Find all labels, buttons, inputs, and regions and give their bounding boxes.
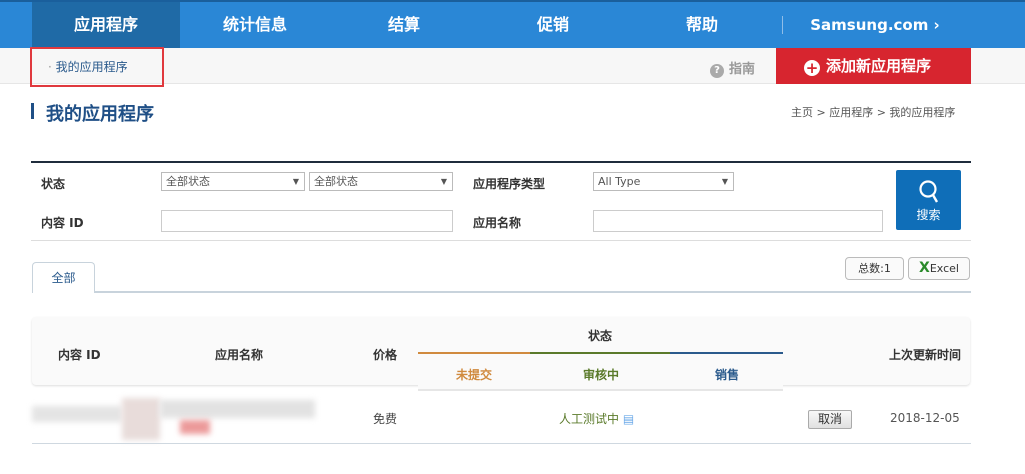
sub-nav-my-apps[interactable]: · 我的应用程序 xyxy=(48,58,128,75)
status-select-1[interactable]: 全部状态 ▼ xyxy=(161,172,305,191)
help-icon: ? xyxy=(710,64,724,78)
nav-apps[interactable]: 应用程序 xyxy=(32,2,180,48)
row-status: 人工测试中 ▤ xyxy=(559,410,634,427)
header-content-id: 内容 ID xyxy=(58,348,101,362)
header-app-name: 应用名称 xyxy=(215,348,264,362)
tab-all[interactable]: 全部 xyxy=(32,262,95,293)
search-button[interactable]: 搜索 xyxy=(896,170,961,230)
guide-link[interactable]: ? 指南 xyxy=(710,58,755,78)
nav-samsung-link[interactable]: Samsung.com › xyxy=(790,2,960,48)
excel-label: Excel xyxy=(929,262,959,275)
app-name-input[interactable] xyxy=(593,210,883,232)
status-label: 状态 xyxy=(41,177,66,191)
redacted-content-id xyxy=(32,406,122,422)
select-value: 全部状态 xyxy=(166,175,210,188)
status-text: 人工测试中 xyxy=(559,412,620,426)
selling-bar xyxy=(670,352,783,354)
header-selling: 销售 xyxy=(715,368,740,382)
dropdown-arrow-icon: ▼ xyxy=(292,177,299,186)
row-price: 免费 xyxy=(373,412,398,426)
add-label: 添加新应用程序 xyxy=(826,57,932,75)
header-reviewing: 审核中 xyxy=(583,368,620,382)
add-new-app-button[interactable]: + 添加新应用程序 xyxy=(776,48,971,84)
cancel-button[interactable]: 取消 xyxy=(808,410,852,429)
redacted-app-icon xyxy=(122,398,160,440)
app-name-label: 应用名称 xyxy=(473,216,522,230)
select-value: 全部状态 xyxy=(314,175,358,188)
status-select-2[interactable]: 全部状态 ▼ xyxy=(309,172,453,191)
excel-icon: X xyxy=(919,260,930,276)
dropdown-arrow-icon: ▼ xyxy=(440,177,447,186)
header-not-submitted: 未提交 xyxy=(456,368,493,382)
header-updated: 上次更新时间 xyxy=(889,348,962,362)
guide-label: 指南 xyxy=(729,62,756,77)
nav-help[interactable]: 帮助 xyxy=(628,2,776,48)
top-nav: 应用程序 统计信息 结算 促销 帮助 Samsung.com › xyxy=(0,0,1025,48)
content-id-input[interactable] xyxy=(161,210,453,232)
header-price: 价格 xyxy=(373,348,398,362)
redacted-app-name xyxy=(160,400,315,418)
row-updated: 2018-12-05 xyxy=(890,411,960,425)
redacted-badge xyxy=(180,420,210,434)
title-accent xyxy=(31,103,34,119)
tab-underline xyxy=(32,291,971,293)
app-type-label: 应用程序类型 xyxy=(473,177,546,191)
search-icon xyxy=(918,180,938,203)
nav-statistics[interactable]: 统计信息 xyxy=(180,2,330,48)
sub-nav-label: 我的应用程序 xyxy=(55,60,128,74)
total-count: 总数:1 xyxy=(845,257,904,280)
app-type-select[interactable]: All Type ▼ xyxy=(593,172,734,191)
nav-promotion[interactable]: 促销 xyxy=(478,2,628,48)
nav-divider xyxy=(782,16,783,34)
breadcrumb: 主页 > 应用程序 > 我的应用程序 xyxy=(791,106,956,119)
search-label: 搜索 xyxy=(916,208,941,222)
excel-button[interactable]: XExcel xyxy=(908,257,970,280)
page-title: 我的应用程序 xyxy=(46,104,154,125)
header-status: 状态 xyxy=(588,329,613,343)
dropdown-arrow-icon: ▼ xyxy=(721,177,728,186)
nav-settlement[interactable]: 结算 xyxy=(330,2,478,48)
row-divider xyxy=(32,443,971,444)
not-submitted-bar xyxy=(418,352,530,354)
document-icon[interactable]: ▤ xyxy=(623,412,634,426)
reviewing-bar xyxy=(530,352,670,354)
select-value: All Type xyxy=(598,175,641,188)
content-id-label: 内容 ID xyxy=(41,216,84,230)
plus-icon: + xyxy=(804,59,820,77)
